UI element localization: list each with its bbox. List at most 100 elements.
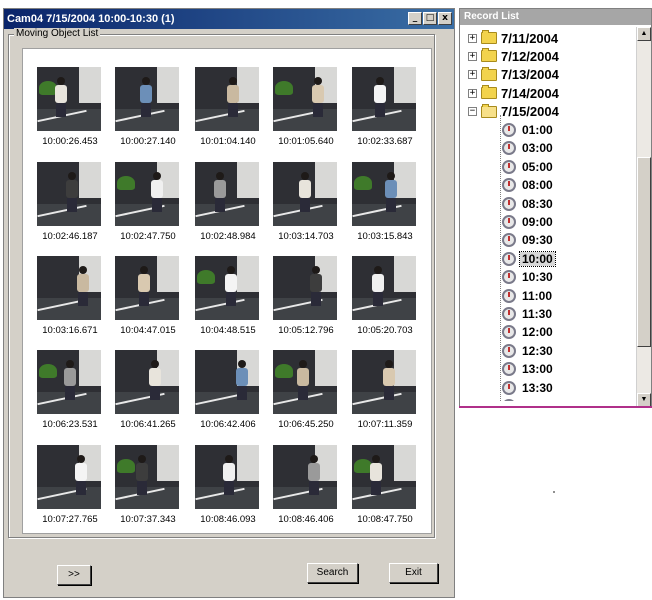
clock-icon xyxy=(502,399,516,401)
moving-object-thumbnail[interactable]: 10:06:45.250 xyxy=(267,350,345,440)
moving-object-thumbnail[interactable]: 10:08:46.093 xyxy=(189,445,267,535)
separator-line xyxy=(459,406,652,408)
tree-time-label: 05:00 xyxy=(522,159,553,174)
moving-object-thumbnail[interactable]: 10:04:48.515 xyxy=(189,256,267,346)
tree-time-item[interactable]: 10:00 xyxy=(502,250,556,268)
record-list-scrollbar[interactable]: ▲ ▼ xyxy=(636,27,651,407)
thumbnail-image xyxy=(352,67,416,131)
collapse-icon[interactable]: − xyxy=(468,107,477,117)
expand-icon[interactable]: + xyxy=(468,33,477,43)
folder-icon xyxy=(481,85,497,100)
thumbnail-timestamp: 10:01:04.140 xyxy=(200,136,256,147)
tree-time-item[interactable]: 11:30 xyxy=(502,305,554,323)
moving-object-thumbnail[interactable]: 10:08:47.750 xyxy=(346,445,424,535)
thumbnail-timestamp: 10:00:26.453 xyxy=(42,136,98,147)
moving-object-thumbnail[interactable]: 10:06:42.406 xyxy=(189,350,267,440)
moving-object-thumbnail[interactable]: 10:07:11.359 xyxy=(346,350,424,440)
thumbnail-image xyxy=(195,445,259,509)
tree-time-item[interactable]: 13:00 xyxy=(502,360,555,378)
clock-icon xyxy=(502,380,516,395)
camera-window-title: Cam04 7/15/2004 10:00-10:30 (1) xyxy=(7,13,175,25)
thumbnail-image xyxy=(37,256,101,320)
moving-object-thumbnail[interactable]: 10:06:41.265 xyxy=(109,350,187,440)
moving-object-thumbnail[interactable]: 10:06:23.531 xyxy=(31,350,109,440)
maximize-button[interactable]: □ xyxy=(423,12,437,25)
clock-icon xyxy=(502,325,516,340)
thumbnail-timestamp: 10:02:46.187 xyxy=(42,231,98,242)
thumbnail-image xyxy=(352,445,416,509)
moving-object-thumbnail[interactable]: 10:00:27.140 xyxy=(109,67,187,157)
scroll-down-icon[interactable]: ▼ xyxy=(637,393,651,407)
moving-object-thumbnail[interactable]: 10:03:15.843 xyxy=(346,162,424,252)
folder-icon xyxy=(481,48,497,63)
folder-icon xyxy=(481,66,497,81)
moving-object-thumbnail[interactable]: 10:01:04.140 xyxy=(189,67,267,157)
tree-time-label: 03:00 xyxy=(522,141,553,156)
thumbnail-panel: 10:00:26.453 10:00:27.140 10:01:04.140 10:0… xyxy=(22,48,432,534)
next-button[interactable]: >> xyxy=(57,565,91,585)
moving-object-thumbnail[interactable]: 10:05:12.796 xyxy=(267,256,345,346)
tree-time-label: 01:00 xyxy=(522,123,553,137)
moving-object-thumbnail[interactable]: 10:02:48.984 xyxy=(189,162,267,252)
scroll-up-icon[interactable]: ▲ xyxy=(637,27,651,41)
tree-date-7-14-2004[interactable]: +7/14/2004 xyxy=(468,84,559,102)
thumbnail-image xyxy=(352,162,416,226)
tree-time-label: 09:00 xyxy=(522,215,553,229)
scrollbar-thumb[interactable] xyxy=(637,157,651,347)
tree-time-item[interactable]: 12:00 xyxy=(502,323,555,341)
moving-object-thumbnail[interactable]: 10:03:16.671 xyxy=(31,256,109,346)
moving-object-thumbnail[interactable]: 10:00:26.453 xyxy=(31,67,109,157)
moving-object-thumbnail[interactable]: 10:07:27.765 xyxy=(31,445,109,535)
expand-icon[interactable]: + xyxy=(468,51,477,61)
tree-time-item[interactable]: 01:00 xyxy=(502,121,555,139)
tree-time-item[interactable]: 11:00 xyxy=(502,287,554,305)
thumbnail-timestamp: 10:02:33.687 xyxy=(357,136,413,147)
clock-icon xyxy=(502,233,516,248)
thumbnail-image xyxy=(352,350,416,414)
tree-time-item[interactable]: 09:30 xyxy=(502,231,555,249)
tree-time-label: 08:00 xyxy=(522,178,553,193)
tree-date-7-12-2004[interactable]: +7/12/2004 xyxy=(468,47,559,65)
expand-icon[interactable]: + xyxy=(468,88,477,98)
search-button[interactable]: Search xyxy=(307,563,358,583)
moving-object-thumbnail[interactable]: 10:07:37.343 xyxy=(109,445,187,535)
tree-time-item[interactable]: 14:00 xyxy=(502,397,555,401)
thumbnail-image xyxy=(37,350,101,414)
moving-object-thumbnail[interactable]: 10:02:46.187 xyxy=(31,162,109,252)
clock-icon xyxy=(502,288,516,303)
moving-object-thumbnail[interactable]: 10:01:05.640 xyxy=(267,67,345,157)
moving-object-thumbnail[interactable]: 10:02:47.750 xyxy=(109,162,187,252)
tree-time-item[interactable]: 05:00 xyxy=(502,158,555,176)
minimize-button[interactable]: _ xyxy=(408,12,422,25)
moving-object-thumbnail[interactable]: 10:02:33.687 xyxy=(346,67,424,157)
tree-date-7-13-2004[interactable]: +7/13/2004 xyxy=(468,66,559,84)
camera-window-titlebar[interactable]: Cam04 7/15/2004 10:00-10:30 (1) _ □ x xyxy=(4,9,454,29)
thumbnail-image xyxy=(37,162,101,226)
exit-button[interactable]: Exit xyxy=(389,563,438,583)
tree-time-item[interactable]: 08:30 xyxy=(502,195,555,213)
clock-icon xyxy=(502,362,516,377)
thumbnail-image xyxy=(273,67,337,131)
tree-time-item[interactable]: 08:00 xyxy=(502,176,555,194)
tree-time-label: 12:00 xyxy=(522,325,553,340)
thumbnail-timestamp: 10:02:47.750 xyxy=(120,231,176,242)
thumbnail-image xyxy=(273,256,337,320)
tree-time-item[interactable]: 12:30 xyxy=(502,342,555,360)
expand-icon[interactable]: + xyxy=(468,70,477,80)
tree-time-item[interactable]: 03:00 xyxy=(502,139,555,157)
tree-date-7-11-2004[interactable]: +7/11/2004 xyxy=(468,29,558,47)
tree-time-label: 10:00 xyxy=(519,250,556,267)
tree-date-7-15-2004[interactable]: − 7/15/2004 xyxy=(468,103,559,121)
tree-time-item[interactable]: 13:30 xyxy=(502,379,555,397)
moving-object-thumbnail[interactable]: 10:04:47.015 xyxy=(109,256,187,346)
moving-object-thumbnail[interactable]: 10:03:14.703 xyxy=(267,162,345,252)
close-button[interactable]: x xyxy=(438,12,452,25)
tree-time-label: 13:30 xyxy=(522,380,553,395)
thumbnail-timestamp: 10:06:23.531 xyxy=(42,419,98,430)
tree-time-item[interactable]: 10:30 xyxy=(502,268,555,286)
tree-time-item[interactable]: 09:00 xyxy=(502,213,555,231)
record-list-titlebar[interactable]: Record List xyxy=(460,9,651,25)
moving-object-thumbnail[interactable]: 10:08:46.406 xyxy=(267,445,345,535)
moving-object-thumbnail[interactable]: 10:05:20.703 xyxy=(346,256,424,346)
folder-icon xyxy=(481,30,497,44)
